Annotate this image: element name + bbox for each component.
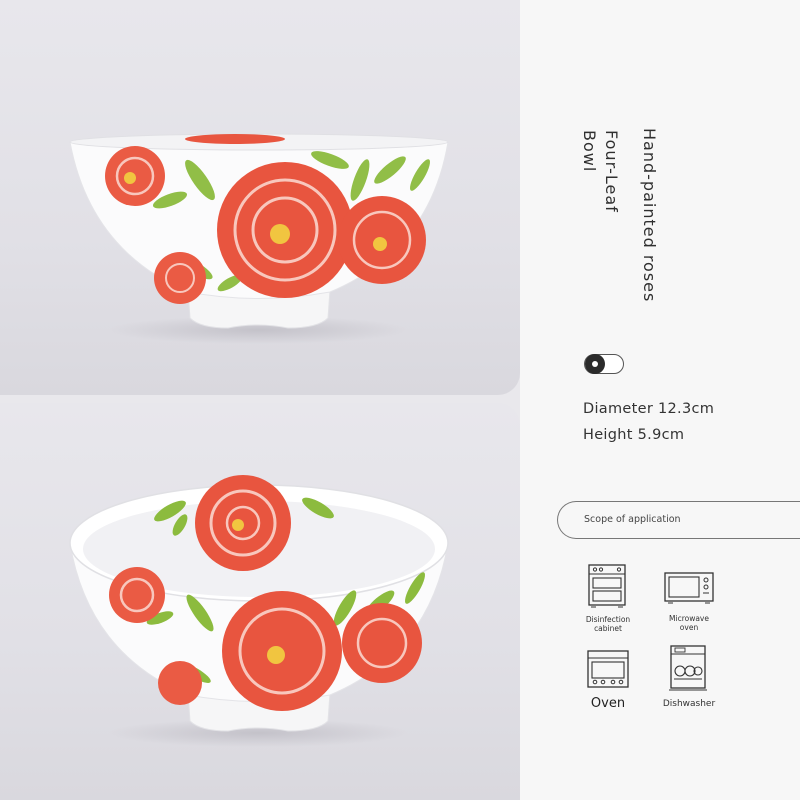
scope-of-application-label: Scope of application xyxy=(584,514,681,525)
bowl-angled-image xyxy=(69,475,449,747)
disinfection-cabinet-text: Disinfection cabinet xyxy=(585,615,631,633)
view-toggle[interactable] xyxy=(584,354,624,374)
product-photo-side-view xyxy=(0,0,520,395)
microwave-oven-text: Microwave oven xyxy=(669,614,709,632)
product-title-line2: Four-Leaf xyxy=(602,130,621,213)
dishwasher-icon xyxy=(669,645,707,691)
microwave-oven-label: Microwave oven xyxy=(649,614,729,632)
bowl-side-image xyxy=(69,133,449,344)
dishwasher-label: Dishwasher xyxy=(662,699,716,709)
product-info-panel xyxy=(520,0,800,800)
toggle-knob xyxy=(585,354,605,374)
disinfection-cabinet-icon xyxy=(588,564,626,608)
product-photo-angled-view xyxy=(0,403,520,800)
product-title-line1: Hand-painted roses xyxy=(640,128,659,303)
disinfection-cabinet-label: Disinfection cabinet xyxy=(568,615,648,633)
microwave-oven-icon xyxy=(664,572,714,604)
oven-label: Oven xyxy=(590,696,626,711)
spec-height: Height 5.9cm xyxy=(583,427,685,443)
oven-icon xyxy=(587,650,629,688)
spec-diameter: Diameter 12.3cm xyxy=(583,401,715,417)
product-title-line3: Bowl xyxy=(580,130,599,173)
